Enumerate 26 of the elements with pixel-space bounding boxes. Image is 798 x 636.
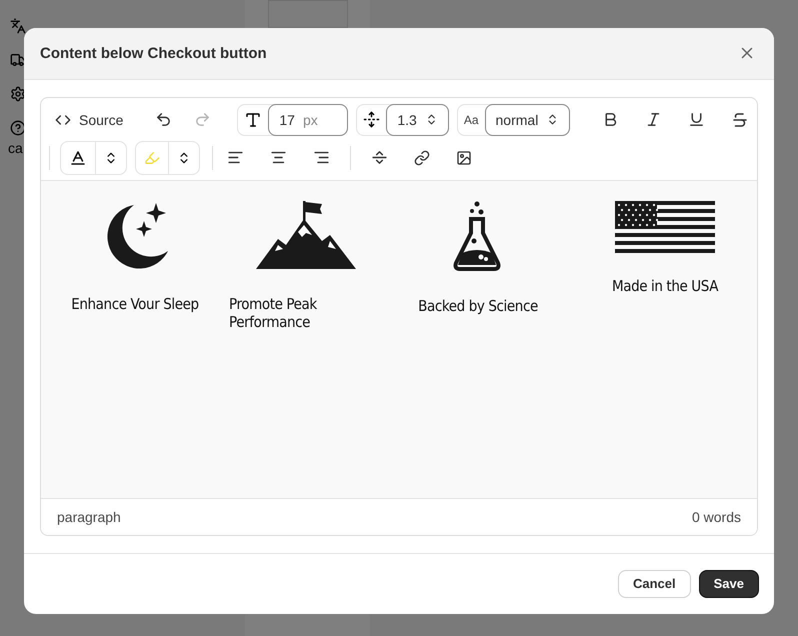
font-size-field[interactable]: 17 px xyxy=(268,104,348,136)
font-weight-label: Aa xyxy=(464,112,479,127)
flag-icon xyxy=(615,200,715,253)
labels-icon xyxy=(10,18,26,34)
font-weight-select[interactable]: normal xyxy=(484,104,570,136)
gear-icon xyxy=(10,86,26,102)
line-height-icon xyxy=(363,111,380,128)
block-type-label: paragraph xyxy=(57,508,121,525)
line-height-field[interactable]: 1.3 xyxy=(386,104,449,136)
truck-icon xyxy=(10,52,26,68)
feature-caption: Made in the USA xyxy=(612,276,718,295)
save-button[interactable]: Save xyxy=(698,570,759,598)
source-button[interactable]: Source xyxy=(49,108,130,132)
help-icon xyxy=(10,120,26,136)
mountain-flag-icon xyxy=(256,200,356,271)
word-count: 0 words xyxy=(692,508,741,525)
cancel-button[interactable]: Cancel xyxy=(618,570,691,598)
dialog-title: Content below Checkout button xyxy=(40,44,267,62)
feature-caption: Promote Peak Performance xyxy=(229,294,318,331)
sidebar-label[interactable]: ca xyxy=(8,140,23,156)
highlighter-icon xyxy=(144,150,160,166)
font-size-icon xyxy=(244,110,262,129)
link-button[interactable] xyxy=(412,148,432,168)
feature-caption: Backed by Science xyxy=(418,296,538,315)
feature-caption: Enhance Vour Sleep xyxy=(71,294,199,313)
text-color-icon xyxy=(69,148,87,167)
